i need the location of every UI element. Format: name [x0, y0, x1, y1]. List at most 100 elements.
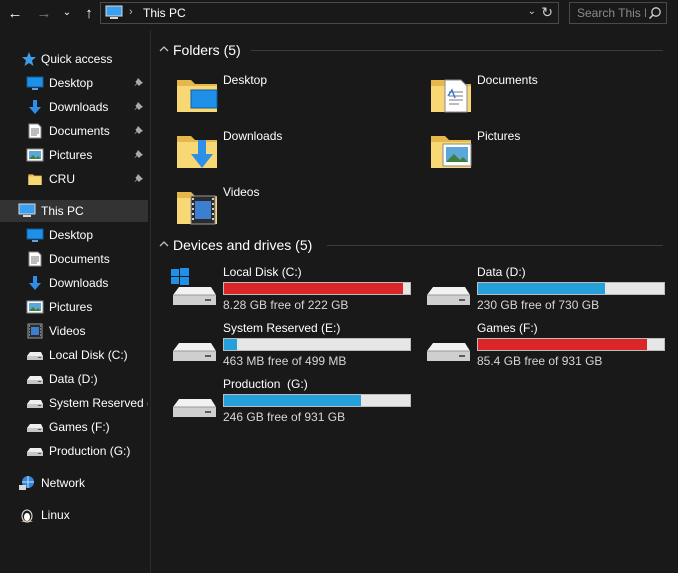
sidebar-item-pc-drive-c[interactable]: Local Disk (C:) [0, 344, 148, 366]
drive-tile-c[interactable]: Local Disk (C:) 8.28 GB free of 222 GB [151, 263, 411, 315]
drive-tile-f[interactable]: Games (F:) 85.4 GB free of 931 GB [405, 319, 665, 371]
sidebar-item-pc-videos[interactable]: Videos [0, 320, 148, 342]
sidebar-item-label: Documents [49, 124, 110, 138]
address-path-box[interactable]: › This PC ⌄ ↻ [100, 2, 559, 24]
drive-icon [26, 371, 44, 387]
sidebar-item-label: Pictures [49, 300, 93, 314]
downloads-icon [26, 99, 44, 115]
sidebar-item-label: Network [41, 476, 86, 490]
search-icon[interactable] [648, 6, 662, 20]
search-input[interactable] [570, 3, 646, 23]
sidebar-item-label: This PC [41, 204, 84, 218]
sidebar-item-pc-documents[interactable]: Documents [0, 248, 148, 270]
group-title: Folders (5) [173, 42, 241, 58]
sidebar-item-label: CRU [49, 172, 75, 186]
drive-tile-d[interactable]: Data (D:) 230 GB free of 730 GB [405, 263, 665, 315]
group-title: Devices and drives (5) [173, 237, 313, 253]
sidebar-item-qa-documents[interactable]: Documents [0, 120, 148, 142]
sidebar-item-linux[interactable]: Linux [0, 504, 148, 526]
videos-icon [26, 323, 44, 339]
drive-tile-e[interactable]: System Reserved (E:) 463 MB free of 499 … [151, 319, 411, 371]
sidebar-item-pc-desktop[interactable]: Desktop [0, 224, 148, 246]
sidebar-item-pc-pictures[interactable]: Pictures [0, 296, 148, 318]
sidebar-item-this-pc[interactable]: This PC [0, 200, 148, 222]
linux-icon [18, 507, 36, 523]
this-pc-icon [105, 5, 123, 21]
sidebar-item-pc-downloads[interactable]: Downloads [0, 272, 148, 294]
sidebar-item-label: Production (G:) [49, 444, 131, 458]
drive-usage-bar [477, 338, 665, 351]
recent-locations-button[interactable]: ⌄ [60, 3, 74, 23]
folder-tile-desktop[interactable]: Desktop [151, 70, 391, 120]
up-button[interactable]: ↑ [79, 3, 99, 23]
documents-icon [26, 251, 44, 267]
folder-tile-videos[interactable]: Videos [151, 182, 391, 232]
drive-icon [171, 268, 219, 311]
documents-icon [26, 123, 44, 139]
pin-icon [134, 125, 146, 137]
drive-usage-fill [478, 283, 606, 294]
drive-free-space: 85.4 GB free of 931 GB [477, 354, 603, 368]
drive-icon [26, 347, 44, 363]
drive-name: Games (F:) [477, 321, 538, 335]
drive-icon [169, 379, 219, 423]
sidebar-item-label: Local Disk (C:) [49, 348, 128, 362]
search-box[interactable] [569, 2, 667, 24]
group-header-folders[interactable]: Folders (5) [151, 39, 671, 61]
sidebar-item-network[interactable]: Network [0, 472, 148, 494]
desktop-folder-icon [173, 70, 218, 118]
sidebar-item-qa-downloads[interactable]: Downloads [0, 96, 148, 118]
drive-free-space: 8.28 GB free of 222 GB [223, 298, 349, 312]
forward-button[interactable]: → [34, 3, 54, 23]
content-pane: Folders (5) Desktop Documents Downloads [151, 30, 678, 573]
drive-name: Production (G:) [223, 377, 308, 391]
drive-icon [26, 419, 44, 435]
sidebar-item-quick-access[interactable]: Quick access [0, 48, 148, 70]
sidebar-item-qa-desktop[interactable]: Desktop [0, 72, 148, 94]
sidebar-item-label: System Reserved (E:) [49, 396, 148, 410]
back-button[interactable]: ← [5, 3, 25, 23]
group-divider [327, 245, 663, 246]
sidebar-item-label: Linux [41, 508, 70, 522]
drive-icon [423, 267, 473, 311]
drive-usage-fill [224, 283, 404, 294]
drive-usage-bar [477, 282, 665, 295]
refresh-icon[interactable]: ↻ [541, 4, 553, 21]
drive-name: System Reserved (E:) [223, 321, 341, 335]
folder-tile-pictures[interactable]: Pictures [405, 126, 645, 176]
videos-folder-icon [173, 182, 221, 225]
sidebar-item-pc-drive-e[interactable]: System Reserved (E:) [0, 392, 148, 414]
pin-icon [134, 173, 146, 185]
pictures-icon [26, 147, 44, 163]
pin-icon [134, 149, 146, 161]
drive-usage-fill [478, 339, 647, 350]
drive-tile-g[interactable]: Production (G:) 246 GB free of 931 GB [151, 375, 411, 427]
drive-free-space: 230 GB free of 730 GB [477, 298, 600, 312]
drive-icon [26, 443, 44, 459]
group-divider [251, 50, 663, 51]
folder-tile-downloads[interactable]: Downloads [151, 126, 391, 176]
chevron-down-icon[interactable]: ⌄ [528, 6, 536, 17]
sidebar-item-pc-drive-d[interactable]: Data (D:) [0, 368, 148, 390]
sidebar-item-qa-cru[interactable]: CRU [0, 168, 148, 190]
star-icon [20, 51, 38, 67]
breadcrumb-this-pc[interactable]: This PC [143, 6, 186, 20]
pin-icon [134, 77, 146, 89]
desktop-icon [26, 75, 44, 91]
sidebar-item-label: Videos [49, 324, 86, 338]
drive-free-space: 246 GB free of 931 GB [223, 410, 346, 424]
sidebar-item-pc-drive-f[interactable]: Games (F:) [0, 416, 148, 438]
network-icon [18, 475, 36, 491]
chevron-up-icon[interactable] [158, 238, 170, 250]
sidebar-item-qa-pictures[interactable]: Pictures [0, 144, 148, 166]
sidebar-item-label: Desktop [49, 76, 94, 90]
windows-logo-icon [171, 268, 189, 285]
drive-free-space: 463 MB free of 499 MB [223, 354, 347, 368]
breadcrumb-separator[interactable]: › [129, 6, 133, 18]
folder-tile-documents[interactable]: Documents [405, 70, 645, 120]
drive-usage-bar [223, 338, 411, 351]
chevron-up-icon[interactable] [158, 43, 170, 55]
drive-icon [169, 323, 219, 367]
sidebar-item-pc-drive-g[interactable]: Production (G:) [0, 440, 148, 462]
group-header-drives[interactable]: Devices and drives (5) [151, 234, 671, 256]
